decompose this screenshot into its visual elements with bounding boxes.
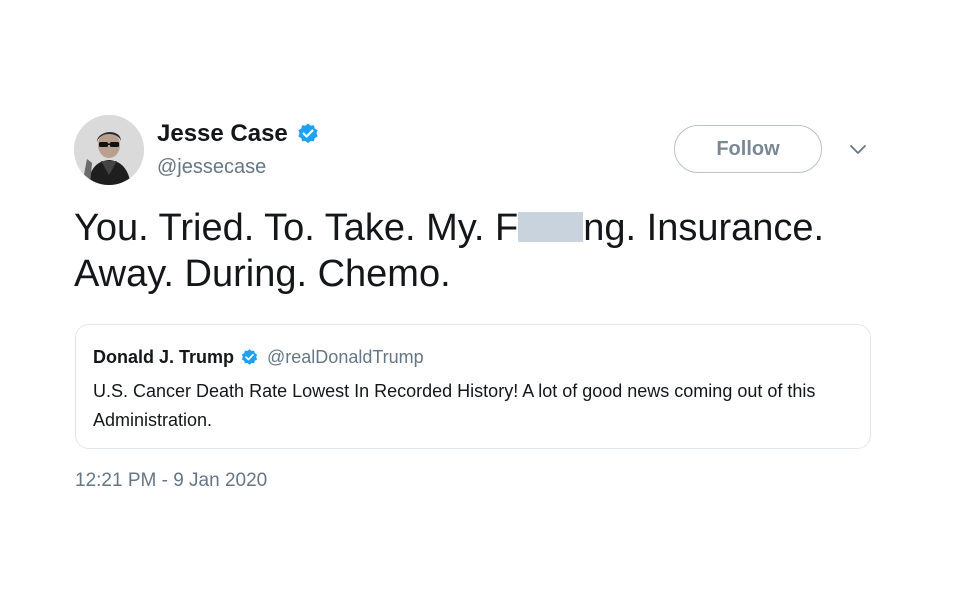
follow-button[interactable]: Follow [674,125,822,173]
tweet-text-segment: You. Tried. To. Take. My. F [74,207,519,249]
chevron-down-icon[interactable] [848,143,868,157]
redaction-block [518,212,584,242]
quoted-tweet-header: Donald J. Trump @realDonaldTrump [93,345,424,369]
quoted-tweet-text: U.S. Cancer Death Rate Lowest In Recorde… [93,381,816,430]
author-avatar[interactable] [74,115,144,185]
tweet-text: You. Tried. To. Take. My. F ng. Insurance… [74,205,934,297]
tweet-text-line-2: Away. During. Chemo. [74,251,934,297]
author-name-row: Jesse Case [157,118,320,150]
tweet-text-segment: ng. Insurance. [583,207,825,249]
tweet-text-segment: Away. During. Chemo. [74,253,451,295]
author-handle[interactable]: @jessecase [157,156,266,179]
quoted-verified-badge-icon [240,348,259,367]
author-name[interactable]: Jesse Case [157,120,288,148]
tweet-timestamp[interactable]: 12:21 PM - 9 Jan 2020 [75,470,267,492]
tweet-card: Jesse Case @jessecase Follow You. Tried.… [0,0,980,590]
verified-badge-icon [296,122,320,146]
quoted-author-name: Donald J. Trump [93,346,235,367]
quoted-tweet[interactable]: Donald J. Trump @realDonaldTrump U.S. Ca… [75,324,871,449]
avatar-photo-icon [74,115,144,185]
tweet-text-line-1: You. Tried. To. Take. My. F ng. Insurance… [74,205,934,251]
quoted-author-handle: @realDonaldTrump [267,346,424,367]
